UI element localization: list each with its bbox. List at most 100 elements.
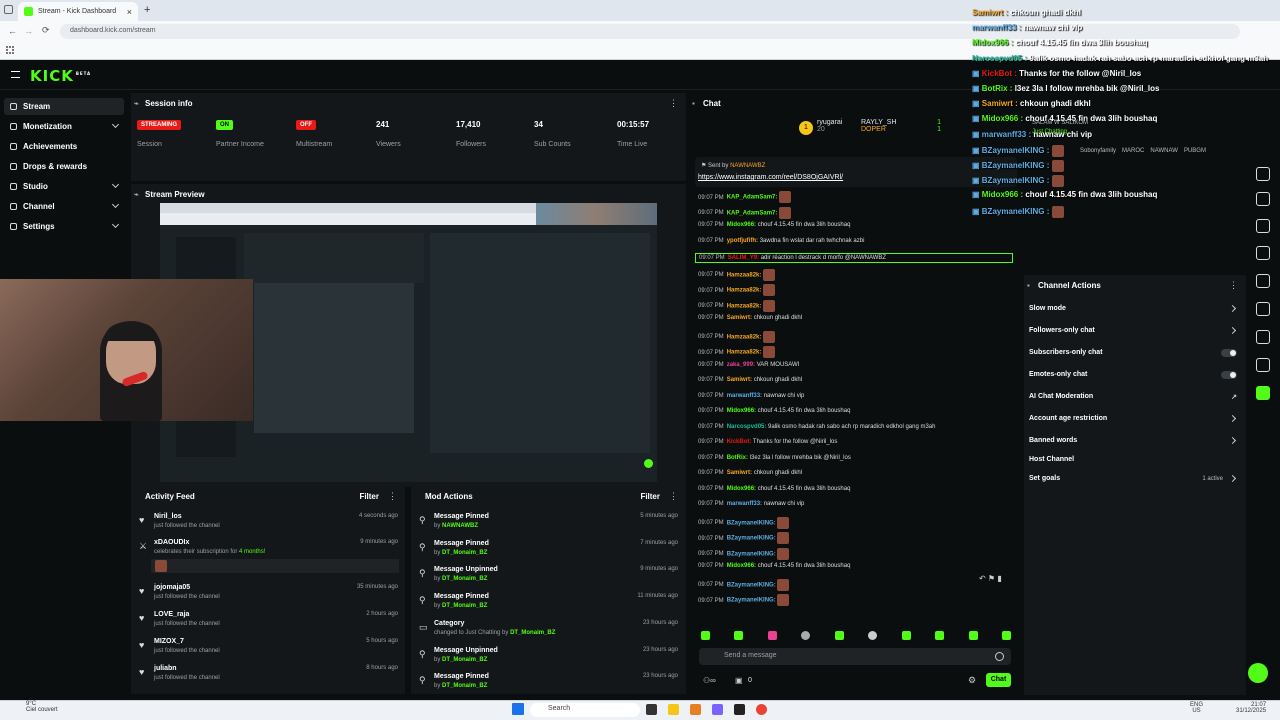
emote-icon[interactable] — [701, 631, 710, 640]
activity-item[interactable]: ♥ LOVE_raja just followed the channel 2 hou… — [131, 611, 406, 637]
chat-message[interactable]: 09:07 PM marwanff33: nawnaw chi vip — [698, 393, 804, 399]
chat-message[interactable]: 09:07 PM Narcospvd05: 9alik osmo hadak ra… — [698, 424, 935, 430]
activity-item[interactable]: ♥ jojomaja05 just followed the channel 35 m… — [131, 584, 406, 610]
chat-message[interactable]: 09:07 PM Hamzaa82k: — [698, 346, 776, 358]
activity-user[interactable]: Niril_los — [154, 513, 182, 520]
filter-button[interactable]: Filter — [359, 492, 379, 501]
phone-icon[interactable] — [1256, 219, 1270, 233]
clock[interactable]: 21:07 31/12/2025 — [1236, 702, 1266, 714]
kick-app-icon[interactable] — [1256, 386, 1270, 400]
toggle-switch[interactable] — [1221, 371, 1237, 379]
channel-action-set-goals[interactable]: Set goals 1 active — [1029, 474, 1241, 487]
camera-icon[interactable] — [1256, 167, 1270, 181]
mod-user[interactable]: DT_Monaim_BZ — [442, 603, 487, 609]
menu-icon[interactable] — [11, 71, 20, 78]
emote-icon[interactable] — [834, 631, 844, 640]
sidebar-item-achievements[interactable]: Achievements — [4, 138, 124, 155]
apps-grid-icon[interactable] — [6, 46, 14, 54]
channel-action-subscribers-only-chat[interactable]: Subscribers-only chat — [1029, 349, 1241, 361]
mod-action-item[interactable]: ⚲ Message Unpinned by DT_Monaim_BZ 23 hours… — [411, 647, 686, 673]
chat-message[interactable]: 09:07 PM BZaymanelKING: — [698, 547, 790, 560]
chat-username[interactable]: ypotfjufifh: — [727, 238, 758, 244]
browser-tab[interactable]: Stream - Kick Dashboard × — [18, 2, 138, 21]
app-icon[interactable] — [712, 704, 723, 715]
chat-username[interactable]: Hamzaa82k: — [727, 303, 762, 309]
chat-message[interactable]: 09:07 PM Hamzaa82k: — [698, 284, 776, 296]
app-icon[interactable] — [734, 704, 745, 715]
chat-username[interactable]: SALIM_Y9: — [728, 255, 759, 261]
chat-message[interactable]: 09:07 PM BZaymanelKING: — [698, 594, 790, 606]
channel-action-emotes-only-chat[interactable]: Emotes-only chat — [1029, 371, 1241, 383]
chat-message[interactable]: 09:07 PM Midox966: chouf 4.15.45 fin dwa … — [698, 486, 850, 492]
app-icon[interactable] — [690, 704, 701, 715]
chat-username[interactable]: KickBot: — [727, 439, 752, 445]
chat-username[interactable]: Hamzaa82k: — [727, 334, 762, 340]
reload-icon[interactable]: ⟳ — [42, 25, 50, 36]
chat-message[interactable]: 09:07 PM ypotfjufifh: 3awdna fin wslat da… — [698, 238, 864, 244]
chat-username[interactable]: BZaymanelKING: — [727, 582, 776, 588]
chat-username[interactable]: Hamzaa82k: — [727, 288, 762, 294]
emote-icon[interactable] — [868, 631, 878, 640]
chat-username[interactable]: BotRix: — [727, 455, 748, 461]
channel-action-followers-only-chat[interactable]: Followers-only chat — [1029, 326, 1241, 339]
activity-item[interactable]: ♥ juliabn just followed the channel 8 hours… — [131, 665, 406, 691]
chat-username[interactable]: KAP_AdamSam7: — [727, 195, 778, 201]
activity-user[interactable]: juliabn — [154, 665, 177, 672]
chat-username[interactable]: KAP_AdamSam7: — [727, 210, 778, 216]
emote-icon[interactable] — [968, 631, 978, 640]
mod-user[interactable]: DT_Monaim_BZ — [442, 683, 487, 689]
activity-user[interactable]: jojomaja05 — [154, 584, 190, 591]
chat-message[interactable]: 09:07 PM Samiwrt: chkoun ghadi dkhl — [698, 377, 802, 383]
emote-icon[interactable] — [734, 631, 744, 640]
chat-username[interactable]: Samiwrt: — [727, 377, 752, 383]
chat-message[interactable]: 09:07 PM zaka_999: VAR MOUSAWI — [698, 362, 799, 368]
chat-settings-icon[interactable]: ⚙ — [968, 675, 976, 686]
chat-username[interactable]: BZaymanelKING: — [727, 520, 776, 526]
mod-action-item[interactable]: ⚲ Message Unpinned by DT_Monaim_BZ 9 minute… — [411, 566, 686, 592]
sidebar-item-settings[interactable]: Settings — [4, 218, 124, 235]
channel-action-banned-words[interactable]: Banned words — [1029, 436, 1241, 449]
chat-username[interactable]: Midox966: — [727, 222, 756, 228]
chat-message-input[interactable]: Send a message — [699, 648, 1011, 665]
tab-close-icon[interactable]: × — [127, 7, 132, 17]
mod-user[interactable]: NAWNAWBZ — [442, 523, 478, 529]
sidebar-item-studio[interactable]: Studio — [4, 178, 124, 195]
activity-item[interactable]: ⚔ xDAOUDIx celebrates their subscription f… — [131, 539, 406, 573]
activity-user[interactable]: xDAOUDIx — [154, 539, 189, 546]
support-chat-icon[interactable] — [1248, 663, 1268, 683]
new-tab-button[interactable]: + — [144, 4, 150, 16]
chat-username[interactable]: Midox966: — [727, 486, 756, 492]
sidebar-item-drops[interactable]: Drops & rewards — [4, 158, 124, 175]
mod-action-item[interactable]: ⚲ Message Pinned by DT_Monaim_BZ 11 minutes… — [411, 593, 686, 619]
mod-action-item[interactable]: ⚲ Message Pinned by DT_Monaim_BZ 23 hours a… — [411, 673, 686, 699]
channel-action-host-channel[interactable]: Host Channel — [1029, 456, 1241, 468]
chat-username[interactable]: BZaymanelKING: — [727, 536, 776, 542]
more-options-icon[interactable]: ⋮ — [669, 98, 678, 109]
server-icon[interactable] — [1256, 302, 1270, 316]
chat-username[interactable]: Midox966: — [727, 563, 756, 569]
chat-message[interactable]: 09:07 PM KickBot: Thanks for the follow @… — [698, 439, 837, 445]
chat-message[interactable]: 09:07 PM KAP_AdamSam7: — [698, 191, 792, 203]
mod-user[interactable]: DT_Monaim_BZ — [510, 630, 555, 636]
sidebar-item-channel[interactable]: Channel — [4, 198, 124, 215]
chat-message[interactable]: 09:07 PM marwanff33: nawnaw chi vip — [698, 501, 804, 507]
tab-search-icon[interactable] — [4, 5, 13, 14]
language-indicator[interactable]: ENG US — [1190, 702, 1203, 714]
share-icon[interactable] — [1256, 358, 1270, 372]
chat-username[interactable]: Samiwrt: — [727, 470, 752, 476]
chat-username[interactable]: Samiwrt: — [727, 315, 752, 321]
mod-action-item[interactable]: ⚲ Message Pinned by DT_Monaim_BZ 7 minutes … — [411, 540, 686, 566]
file-explorer-icon[interactable] — [668, 704, 679, 715]
emote-icon[interactable] — [1001, 631, 1011, 640]
mod-user[interactable]: DT_Monaim_BZ — [442, 657, 487, 663]
chat-message[interactable]: 09:07 PM BZaymanelKING: — [698, 532, 790, 544]
mod-action-item[interactable]: ⚲ Message Pinned by NAWNAWBZ 5 minutes ago — [411, 513, 686, 539]
channel-action-ai-chat-moderation[interactable]: AI Chat Moderation ↗ — [1029, 393, 1241, 405]
chat-username[interactable]: zaka_999: — [727, 362, 755, 368]
activity-item[interactable]: ♥ MIZOX_7 just followed the channel 5 hours… — [131, 638, 406, 664]
chat-message[interactable]: 09:07 PM KAP_AdamSam7: — [698, 206, 792, 219]
chat-message[interactable]: 09:07 PM Midox966: chouf 4.15.45 fin dwa … — [698, 408, 850, 414]
activity-user[interactable]: LOVE_raja — [154, 611, 189, 618]
channel-action-slow-mode[interactable]: Slow mode — [1029, 304, 1241, 317]
activity-item[interactable]: ♥ Niril_los just followed the channel 4 sec… — [131, 513, 406, 539]
